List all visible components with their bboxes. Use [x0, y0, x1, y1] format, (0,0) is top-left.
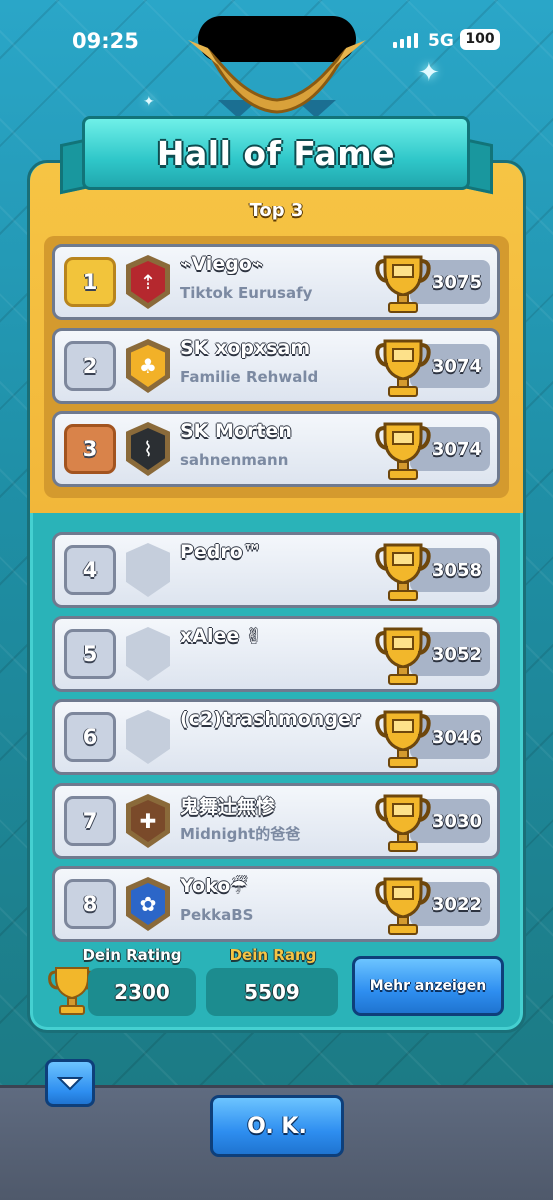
clan-name: Midnight的爸爸	[180, 825, 301, 843]
trophy-icon	[375, 627, 431, 685]
trophy-icon	[375, 710, 431, 768]
clan-badge	[126, 710, 170, 764]
clan-badge: ✿	[126, 877, 170, 931]
leaderboard-row[interactable]: 7 ✚ 鬼舞辻無惨 Midnight的爸爸 3030	[52, 783, 500, 859]
clan-name: Tiktok Eurusafy	[180, 284, 313, 302]
clan-badge	[126, 543, 170, 597]
ok-button[interactable]: O. K.	[210, 1095, 344, 1157]
rank-number: 8	[64, 879, 116, 929]
battery-icon: 100	[460, 29, 500, 50]
leaderboard-row[interactable]: 6 (c2)trashmonger 3046	[52, 699, 500, 775]
tree-icon: ♣	[131, 345, 165, 387]
clan-name: sahnenmann	[180, 451, 289, 469]
trophy-icon	[375, 543, 431, 601]
page-title: Hall of Fame	[156, 133, 396, 173]
trophy-icon	[375, 339, 431, 397]
leaderboard-row[interactable]: 5 xAlee ✌ 3052	[52, 616, 500, 692]
rocket-icon: ⇡	[131, 261, 165, 303]
trophy-icon	[375, 794, 431, 852]
chevron-down-icon	[57, 1077, 83, 1091]
empty-badge-icon	[131, 716, 165, 758]
trophy-icon	[375, 422, 431, 480]
cross-icon: ✚	[131, 800, 165, 842]
clan-badge: ⇡	[126, 255, 170, 309]
top3-label: Top 3	[249, 200, 304, 221]
trophy-icon	[375, 877, 431, 935]
rank-number: 4	[64, 545, 116, 595]
signal-icon	[393, 32, 418, 48]
rank-number: 3	[64, 424, 116, 474]
leaderboard-row[interactable]: 1 ⇡ ⌁Viego⌁ Tiktok Eurusafy 3075	[52, 244, 500, 320]
leaderboard-row[interactable]: 3 ⌇ SK Morten sahnenmann 3074	[52, 411, 500, 487]
empty-badge-icon	[131, 633, 165, 675]
rank-number: 1	[64, 257, 116, 307]
bamboo-icon: ⌇	[131, 428, 165, 470]
show-more-button[interactable]: Mehr anzeigen	[352, 956, 504, 1016]
sparkle-icon: ✦	[143, 94, 155, 110]
clan-name: PekkaBS	[180, 906, 254, 924]
sparkle-icon: ✦	[418, 58, 440, 88]
rating-label: Dein Rating	[82, 946, 182, 964]
rank-number: 6	[64, 712, 116, 762]
rank-number: 5	[64, 629, 116, 679]
title-ribbon: Hall of Fame	[82, 116, 470, 190]
empty-badge-icon	[131, 549, 165, 591]
rank-value: 5509	[206, 968, 338, 1016]
flower-icon: ✿	[131, 883, 165, 925]
clan-name: Familie Rehwald	[180, 368, 319, 386]
clan-badge: ⌇	[126, 422, 170, 476]
trophy-icon	[375, 255, 431, 313]
clan-badge	[126, 627, 170, 681]
rank-number: 2	[64, 341, 116, 391]
rank-number: 7	[64, 796, 116, 846]
rating-value: 2300	[88, 968, 196, 1016]
rank-label: Dein Rang	[229, 946, 317, 964]
clan-badge: ♣	[126, 339, 170, 393]
crest-icon	[188, 40, 366, 118]
collapse-button[interactable]	[45, 1059, 95, 1107]
clan-badge: ✚	[126, 794, 170, 848]
network-label: 5G	[428, 31, 454, 51]
leaderboard-row[interactable]: 2 ♣ SK xopxsam Familie Rehwald 3074	[52, 328, 500, 404]
status-time: 09:25	[72, 29, 139, 53]
leaderboard-row[interactable]: 4 Pedro™ 3058	[52, 532, 500, 608]
leaderboard-row[interactable]: 8 ✿ Yoko☔ PekkaBS 3022	[52, 866, 500, 942]
